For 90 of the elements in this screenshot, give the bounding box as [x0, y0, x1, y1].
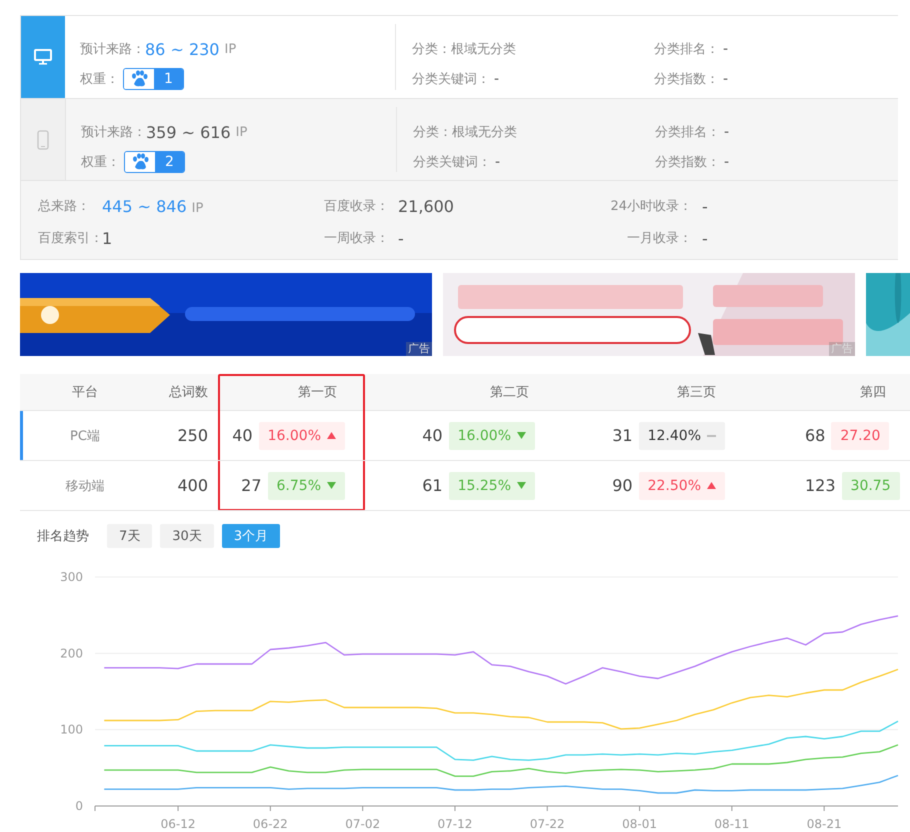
- weight-badge: 2: [124, 151, 185, 173]
- category-index-value: -: [723, 71, 728, 87]
- percent-badge: 22.50%: [638, 472, 725, 500]
- percent-badge: 16.00%: [258, 422, 345, 450]
- y-tick-label: 300: [60, 570, 83, 584]
- monitor-icon: [34, 49, 52, 65]
- percent-badge: 12.40%: [638, 422, 725, 450]
- y-tick-label: 100: [60, 722, 83, 737]
- weight-badge: 1: [123, 68, 184, 90]
- paw-icon: [125, 152, 155, 172]
- page-count: 68: [805, 426, 826, 445]
- page-count: 31: [612, 426, 633, 445]
- column-header: 第四: [860, 384, 886, 401]
- x-tick-label: 08-11: [714, 817, 750, 831]
- up-arrow-icon: [327, 432, 336, 439]
- up-arrow-icon: [707, 482, 716, 489]
- category-index-label: 分类指数：: [654, 71, 719, 88]
- phone-icon: [37, 130, 49, 150]
- summary-value: 1: [102, 228, 112, 248]
- traffic-panel[interactable]: 预计来路：359 ~ 616 IP 权重： 2 分类：根域无分类 分类关键词： - 分类排名： - 分类指数： -: [21, 99, 898, 181]
- category-keyword-label: 分类关键词：: [413, 154, 491, 171]
- percent-badge: 30.75: [842, 472, 900, 500]
- category-text: 分类：根域无分类: [412, 41, 516, 58]
- traffic-label: 预计来路：: [81, 124, 146, 141]
- page-count: 61: [422, 476, 443, 495]
- range-button[interactable]: 30天: [160, 524, 214, 548]
- column-header: 第三页: [677, 384, 716, 401]
- summary-value: -: [702, 196, 708, 216]
- page-count: 40: [232, 426, 253, 445]
- x-tick-label: 06-22: [252, 817, 288, 831]
- traffic-label: 预计来路：: [80, 41, 145, 58]
- summary-label: 一周收录：: [324, 230, 390, 247]
- traffic-value: 86 ~ 230: [145, 40, 220, 58]
- column-header: 总词数: [169, 384, 208, 401]
- summary-value: 21,600: [398, 196, 454, 216]
- x-tick-label: 06-12: [160, 817, 196, 831]
- percent-badge: 15.25%: [448, 472, 535, 500]
- category-rank-label: 分类排名：: [654, 41, 719, 58]
- platform-text: 移动端: [66, 478, 104, 494]
- range-button[interactable]: 7天: [107, 524, 152, 548]
- weight-label: 权重：: [81, 154, 120, 171]
- page-count: 123: [805, 476, 836, 495]
- page-count: 27: [241, 476, 262, 495]
- category-rank-label: 分类排名：: [655, 124, 720, 141]
- traffic-unit: IP: [236, 124, 248, 140]
- category-rank-value: -: [724, 124, 730, 140]
- platform-text: PC端: [70, 428, 100, 444]
- category-index-value: -: [724, 154, 730, 170]
- summary-label: 百度收录：: [324, 198, 390, 215]
- category-text: 分类：根域无分类: [413, 124, 517, 141]
- x-tick-label: 08-21: [806, 817, 842, 831]
- column-header: 第一页: [298, 384, 337, 401]
- down-arrow-icon: [517, 482, 526, 489]
- down-arrow-icon: [327, 482, 336, 489]
- column-header: 第二页: [490, 384, 529, 401]
- category-keyword-label: 分类关键词：: [412, 71, 490, 88]
- column-header: 平台: [72, 384, 98, 401]
- chart-title: 排名趋势: [37, 528, 89, 545]
- ad-label: 广告: [406, 342, 432, 356]
- page-count: 90: [612, 476, 633, 495]
- summary-value: -: [398, 228, 404, 248]
- y-tick-label: 0: [75, 799, 83, 813]
- summary-value: -: [702, 228, 708, 248]
- dash-icon: [707, 434, 716, 436]
- summary-label: 百度索引：: [38, 230, 100, 247]
- y-tick-label: 200: [60, 646, 83, 660]
- category-keyword-value: -: [495, 154, 500, 170]
- percent-badge: 16.00%: [448, 422, 535, 450]
- traffic-value: 359 ~ 616: [146, 122, 231, 142]
- percent-badge: 27.20: [831, 422, 890, 450]
- summary-unit: IP: [192, 200, 204, 216]
- traffic-panel[interactable]: 预计来路：86 ~ 230 IP 权重： 1 分类：根域无分类 分类关键词： - 分类排名： - 分类指数： -: [21, 16, 898, 99]
- percent-badge: 6.75%: [268, 472, 345, 500]
- x-tick-label: 07-02: [345, 817, 380, 831]
- x-tick-label: 08-01: [622, 817, 657, 831]
- down-arrow-icon: [517, 432, 526, 439]
- x-tick-label: 07-22: [530, 817, 565, 831]
- category-index-label: 分类指数：: [655, 154, 720, 171]
- total-count: 250: [177, 426, 208, 445]
- summary-label: 一月收录：: [626, 230, 692, 247]
- total-count: 400: [177, 476, 208, 495]
- category-rank-value: -: [723, 41, 728, 57]
- summary-value: 445 ~ 846: [102, 196, 187, 216]
- summary-label: 24小时收录：: [609, 198, 692, 215]
- traffic-unit: IP: [224, 42, 236, 56]
- x-tick-label: 07-12: [438, 817, 472, 831]
- summary-label: 总来路：: [38, 198, 91, 215]
- category-keyword-value: -: [494, 71, 500, 87]
- weight-label: 权重：: [80, 71, 119, 88]
- page-count: 40: [422, 426, 443, 445]
